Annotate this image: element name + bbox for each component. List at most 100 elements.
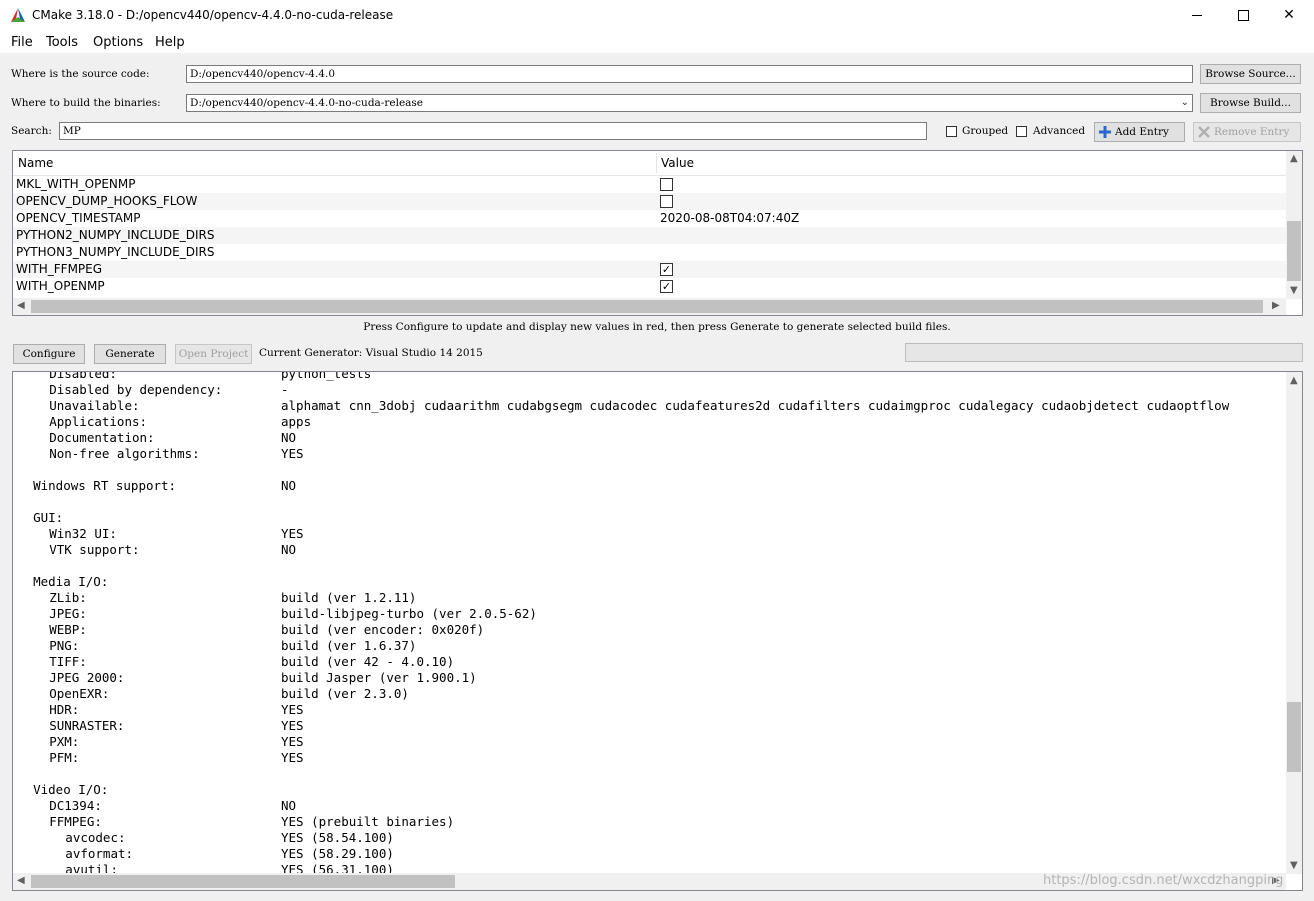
grouped-checkbox[interactable] [946, 126, 957, 137]
log-key: DC1394: [49, 798, 102, 813]
table-row[interactable]: OPENCV_DUMP_HOOKS_FLOW [13, 193, 1286, 210]
table-row[interactable]: OPENCV_TIMESTAMP 2020-08-08T04:07:40Z [13, 210, 1286, 227]
close-button[interactable]: ✕ [1266, 0, 1312, 31]
configure-button[interactable]: Configure [13, 344, 85, 364]
log-key: SUNRASTER: [49, 718, 125, 733]
generate-button[interactable]: Generate [94, 344, 166, 364]
title-bar: CMake 3.18.0 - D:/opencv440/opencv-4.4.0… [0, 0, 1314, 31]
scroll-down-icon[interactable]: ▼ [1290, 860, 1298, 871]
log-key: Unavailable: [49, 398, 140, 413]
row-name: OPENCV_DUMP_HOOKS_FLOW [16, 194, 198, 208]
log-key: Documentation: [49, 430, 155, 445]
log-key: FFMPEG: [49, 814, 102, 829]
log-value: build (ver 1.2.11) [281, 590, 417, 605]
log-key: Non-free algorithms: [49, 446, 200, 461]
cache-table[interactable]: Name Value MKL_WITH_OPENMP OPENCV_DUMP_H… [12, 150, 1303, 316]
log-key: PFM: [49, 750, 80, 765]
menu-file[interactable]: File [11, 35, 33, 50]
table-row[interactable]: WITH_FFMPEG ✓ [13, 261, 1286, 278]
progress-bar [905, 343, 1303, 362]
log-key: Windows RT support: [33, 478, 177, 493]
search-input[interactable]: MP [59, 122, 927, 140]
table-horizontal-scrollbar[interactable]: ◀ ▶ [13, 298, 1286, 315]
row-name: PYTHON3_NUMPY_INCLUDE_DIRS [16, 245, 215, 259]
log-key: Applications: [49, 414, 148, 429]
log-key: PXM: [49, 734, 80, 749]
table-row[interactable]: MKL_WITH_OPENMP [13, 176, 1286, 193]
row-checkbox[interactable] [660, 178, 673, 191]
row-name: PYTHON2_NUMPY_INCLUDE_DIRS [16, 228, 215, 242]
row-checkbox[interactable] [660, 195, 673, 208]
window-title: CMake 3.18.0 - D:/opencv440/opencv-4.4.0… [32, 8, 394, 22]
output-vertical-scrollbar[interactable]: ▲ ▼ [1286, 372, 1302, 874]
log-value: alphamat cnn_3dobj cudaarithm cudabgsegm… [281, 398, 1230, 413]
grouped-label: Grouped [962, 125, 1009, 137]
scroll-thumb[interactable] [1287, 702, 1301, 772]
build-path-combobox[interactable]: D:/opencv440/opencv-4.4.0-no-cuda-releas… [186, 94, 1193, 112]
scroll-thumb[interactable] [1287, 221, 1301, 281]
row-name: WITH_OPENMP [16, 279, 105, 293]
log-key: avcodec: [65, 830, 126, 845]
column-header-value[interactable]: Value [661, 156, 694, 170]
source-path-input[interactable]: D:/opencv440/opencv-4.4.0 [186, 65, 1193, 83]
search-label: Search: [11, 125, 52, 137]
log-key: avformat: [65, 846, 134, 861]
log-value: YES [281, 718, 304, 733]
browse-build-button[interactable]: Browse Build... [1200, 93, 1301, 113]
log-value: NO [281, 798, 297, 813]
log-value: build (ver encoder: 0x020f) [281, 622, 485, 637]
log-value: build Jasper (ver 1.900.1) [281, 670, 477, 685]
scroll-thumb[interactable] [31, 875, 455, 888]
maximize-button[interactable] [1220, 0, 1266, 31]
row-value[interactable]: 2020-08-08T04:07:40Z [660, 211, 799, 225]
row-checkbox-checked[interactable]: ✓ [660, 263, 673, 276]
menu-tools[interactable]: Tools [46, 35, 78, 50]
log-key: GUI: [33, 510, 64, 525]
log-value: apps [281, 414, 312, 429]
log-value: YES [281, 446, 304, 461]
remove-entry-label: Remove Entry [1214, 126, 1290, 138]
table-row[interactable]: PYTHON3_NUMPY_INCLUDE_DIRS [13, 244, 1286, 261]
open-project-button[interactable]: Open Project [175, 344, 252, 364]
log-key: Disabled by dependency: [49, 382, 223, 397]
maximize-icon [1237, 9, 1249, 21]
browse-source-button[interactable]: Browse Source... [1200, 64, 1301, 84]
log-value: YES [281, 750, 304, 765]
row-name: WITH_FFMPEG [16, 262, 103, 276]
watermark-text: https://blog.csdn.net/wxcdzhangping [1043, 873, 1284, 888]
advanced-checkbox[interactable] [1016, 126, 1027, 137]
scroll-left-icon[interactable]: ◀ [17, 300, 25, 311]
scroll-left-icon[interactable]: ◀ [17, 875, 25, 886]
remove-icon [1198, 126, 1210, 138]
scroll-up-icon[interactable]: ▲ [1290, 153, 1298, 164]
menu-help[interactable]: Help [155, 35, 185, 50]
output-log[interactable]: Disabled: python_tests Disabled by depende… [12, 371, 1303, 891]
log-value: YES [281, 526, 304, 541]
scroll-right-icon[interactable]: ▶ [1272, 300, 1280, 311]
remove-entry-button[interactable]: Remove Entry [1193, 122, 1301, 142]
log-key: ZLib: [49, 590, 87, 605]
add-entry-button[interactable]: Add Entry [1094, 122, 1185, 142]
log-value: NO [281, 542, 297, 557]
log-value: build (ver 42 - 4.0.10) [281, 654, 455, 669]
scroll-down-icon[interactable]: ▼ [1290, 285, 1298, 296]
log-value: YES (58.29.100) [281, 846, 394, 861]
chevron-down-icon[interactable]: ⌄ [1181, 95, 1189, 111]
minimize-icon [1192, 14, 1202, 16]
table-row[interactable]: WITH_OPENMP ✓ [13, 278, 1286, 295]
column-header-name[interactable]: Name [18, 156, 53, 170]
row-checkbox-checked[interactable]: ✓ [660, 280, 673, 293]
log-key: Win32 UI: [49, 526, 117, 541]
log-value: build (ver 2.3.0) [281, 686, 409, 701]
log-value: - [281, 382, 289, 397]
build-label: Where to build the binaries: [11, 97, 161, 109]
log-key: JPEG 2000: [49, 670, 125, 685]
menu-options[interactable]: Options [93, 35, 143, 50]
table-row[interactable]: PYTHON2_NUMPY_INCLUDE_DIRS [13, 227, 1286, 244]
minimize-button[interactable] [1174, 0, 1220, 31]
scroll-up-icon[interactable]: ▲ [1290, 375, 1298, 386]
scroll-thumb[interactable] [31, 300, 1263, 313]
log-key: OpenEXR: [49, 686, 110, 701]
plus-icon [1099, 126, 1111, 138]
table-vertical-scrollbar[interactable]: ▲ ▼ [1286, 151, 1302, 299]
